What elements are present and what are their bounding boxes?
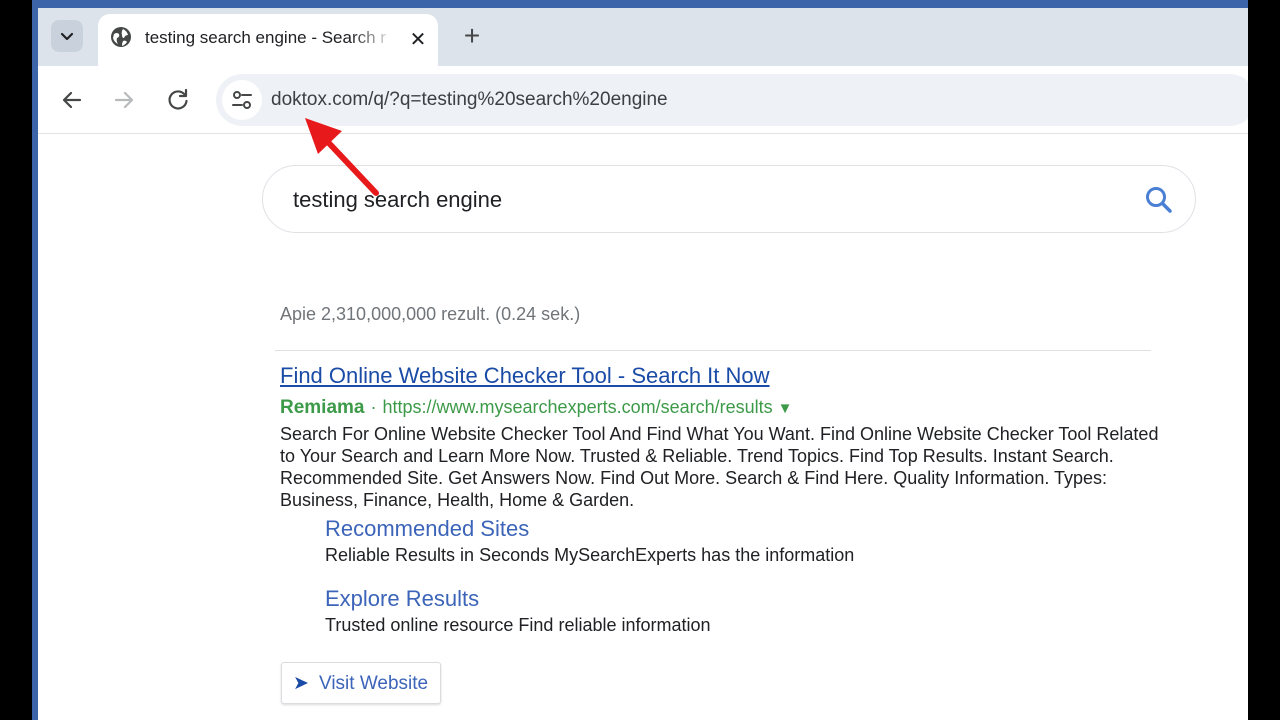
chevron-down-icon — [60, 32, 74, 41]
toolbar: doktox.com/q/?q=testing%20search%20engin… — [38, 66, 1248, 134]
ad-title-link[interactable]: Find Online Website Checker Tool - Searc… — [280, 363, 770, 389]
browser-window: testing search engine - Search r ✕ + dok… — [38, 8, 1248, 720]
tab-search-button[interactable] — [51, 20, 83, 52]
result-stats: Apie 2,310,000,000 rezult. (0.24 sek.) — [280, 304, 581, 324]
ad-separator: · — [370, 397, 377, 417]
url-text[interactable]: doktox.com/q/?q=testing%20search%20engin… — [271, 89, 668, 111]
close-icon[interactable]: ✕ — [406, 28, 430, 52]
sitelink-description: Reliable Results in Seconds MySearchExpe… — [325, 545, 855, 565]
search-query-text[interactable]: testing search engine — [293, 187, 502, 213]
search-icon[interactable] — [1143, 184, 1175, 216]
sitelink-explore-results[interactable]: Explore Results — [325, 586, 479, 612]
visit-website-button[interactable]: ➤ Visit Website — [281, 662, 441, 704]
search-input[interactable]: testing search engine — [262, 165, 1196, 233]
send-arrow-icon: ➤ — [293, 673, 309, 694]
ad-description: Search For Online Website Checker Tool A… — [280, 424, 1159, 510]
arrow-left-icon[interactable] — [58, 86, 86, 114]
reload-icon[interactable] — [164, 86, 192, 114]
dropdown-arrow-icon[interactable]: ▼ — [778, 400, 793, 417]
tab-title: testing search engine - Search r — [145, 28, 386, 47]
ad-brand: Remiama — [280, 397, 365, 418]
divider — [275, 350, 1151, 351]
ad-url[interactable]: https://www.mysearchexperts.com/search/r… — [383, 397, 773, 417]
sitelink-description: Trusted online resource Find reliable in… — [325, 615, 711, 635]
visit-website-label: Visit Website — [319, 673, 429, 694]
arrow-right-icon[interactable] — [110, 86, 138, 114]
globe-icon — [111, 27, 131, 47]
address-bar[interactable]: doktox.com/q/?q=testing%20search%20engin… — [216, 74, 1248, 126]
tune-icon — [232, 91, 252, 109]
ad-source-line: Remiama · https://www.mysearchexperts.com/… — [280, 397, 793, 419]
tab-strip: testing search engine - Search r ✕ + — [38, 8, 1248, 66]
sitelink-recommended-sites[interactable]: Recommended Sites — [325, 516, 529, 542]
site-info-button[interactable] — [222, 80, 262, 120]
new-tab-button[interactable]: + — [458, 22, 486, 50]
active-tab[interactable]: testing search engine - Search r ✕ — [98, 14, 438, 66]
